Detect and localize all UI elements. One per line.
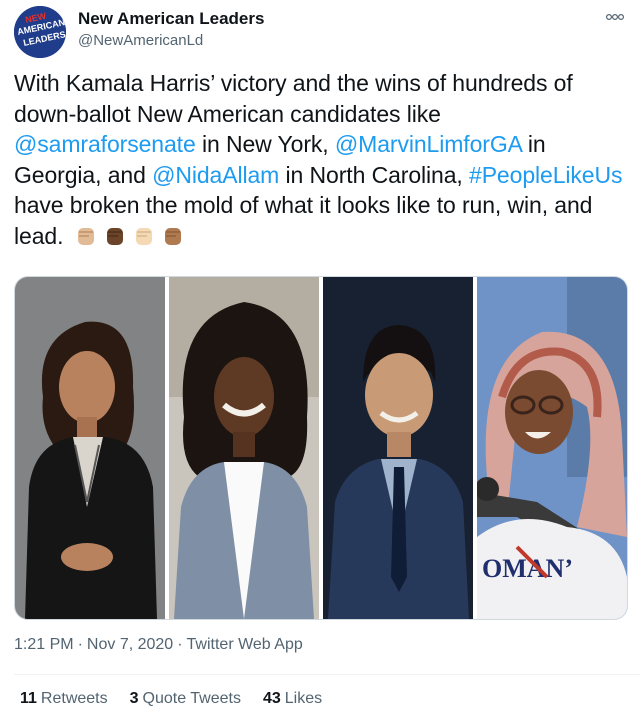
likes-count: 43	[262, 690, 281, 707]
raised-fist-dark-icon	[102, 223, 128, 249]
tweet-time[interactable]: 1:21 PM	[14, 636, 74, 653]
meta-separator: ·	[77, 636, 83, 653]
account-handle[interactable]: @NewAmericanLd	[78, 31, 264, 51]
avatar[interactable]: NEW AMERICAN LEADERS	[14, 6, 66, 58]
quotes-count: 3	[129, 690, 139, 707]
photo-grid: OMAN’	[14, 276, 628, 620]
quote-tweets-stat[interactable]: 3 Quote Tweets	[130, 690, 241, 708]
retweets-count: 11	[20, 690, 37, 707]
display-name[interactable]: New American Leaders	[78, 9, 264, 29]
raised-fist-light-icon	[73, 223, 99, 249]
quotes-label: Quote Tweets	[142, 690, 241, 707]
raised-fist-medium-icon	[160, 223, 186, 249]
photo-4[interactable]: OMAN’	[477, 277, 627, 619]
photo-2[interactable]	[169, 277, 319, 619]
retweets-label: Retweets	[40, 690, 108, 707]
tweet-header: NEW AMERICAN LEADERS New American Leader…	[14, 6, 626, 58]
photo-1[interactable]	[15, 277, 165, 619]
account-names: New American Leaders @NewAmericanLd	[78, 9, 264, 51]
tweet-text-part: With Kamala Harris’ victory and the wins…	[14, 70, 573, 127]
tweet-text-part: in New York,	[195, 131, 335, 157]
new-american-leaders-logo: NEW AMERICAN LEADERS	[14, 6, 66, 58]
mention-marvinlimforga[interactable]: @MarvinLimforGA	[335, 131, 522, 157]
likes-label: Likes	[284, 690, 323, 707]
meta-separator: ·	[177, 636, 183, 653]
raised-fist-pale-icon	[131, 223, 157, 249]
mention-nidaallam[interactable]: @NidaAllam	[152, 162, 279, 188]
likes-stat[interactable]: 43 Likes	[263, 690, 322, 708]
retweets-stat[interactable]: 11 Retweets	[20, 690, 108, 708]
mention-samraforsenate[interactable]: @samraforsenate	[14, 131, 196, 157]
tweet-text: With Kamala Harris’ victory and the wins…	[14, 68, 626, 251]
more-options-icon[interactable]	[604, 10, 626, 24]
hashtag-peoplelikeus[interactable]: #PeopleLikeUs	[469, 162, 623, 188]
tweet-source[interactable]: Twitter Web App	[187, 636, 303, 653]
divider	[14, 674, 640, 675]
photo-3[interactable]	[323, 277, 473, 619]
tweet-meta: 1:21 PM · Nov 7, 2020 · Twitter Web App	[14, 636, 303, 654]
tweet-text-part: in North Carolina,	[279, 161, 469, 188]
tweet-date[interactable]: Nov 7, 2020	[87, 636, 173, 653]
engagement-stats: 11 Retweets 3 Quote Tweets 43 Likes	[20, 690, 322, 708]
